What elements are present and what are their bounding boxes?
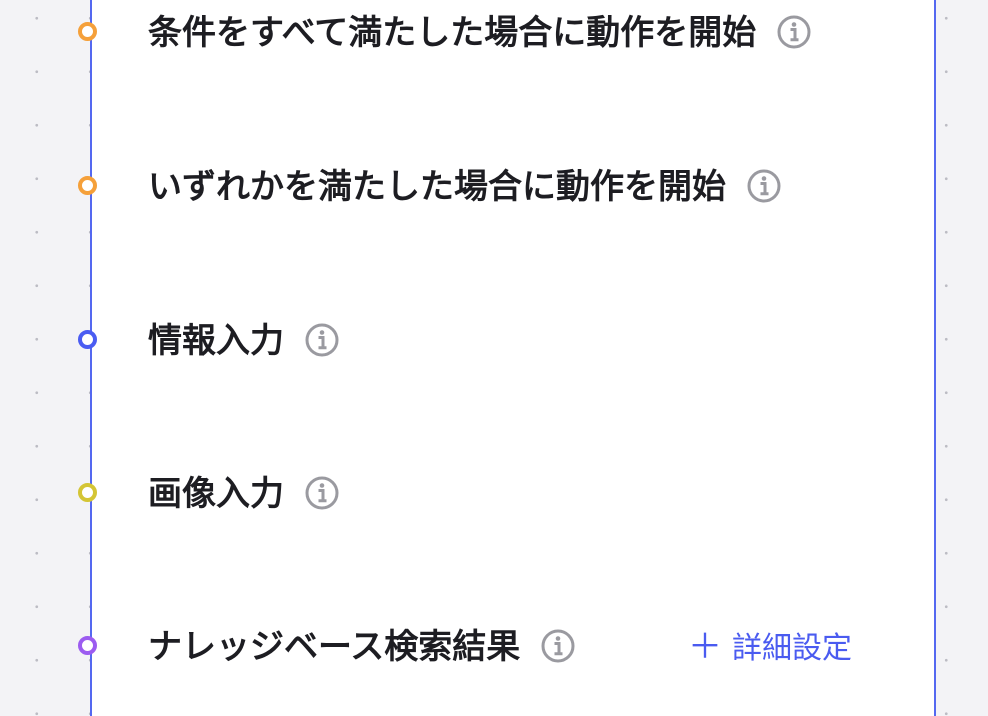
info-circle-icon[interactable] [540, 628, 576, 664]
node-label: 情報入力 [148, 321, 284, 361]
node-status-dot [78, 330, 97, 349]
node-status-dot [78, 176, 97, 195]
info-circle-icon[interactable] [304, 475, 340, 511]
node-row-image-input[interactable]: 画像入力 [78, 466, 938, 526]
node-label: いずれかを満たした場合に動作を開始 [148, 167, 726, 207]
node-label: ナレッジベース検索結果 [148, 627, 521, 667]
node-row-any-condition[interactable]: いずれかを満たした場合に動作を開始 [78, 159, 938, 219]
info-circle-icon[interactable] [746, 168, 782, 204]
plus-icon: ＋ [688, 627, 722, 667]
node-status-dot [78, 483, 97, 502]
node-status-dot [78, 22, 97, 41]
node-row-all-conditions[interactable]: 条件をすべて満たした場合に動作を開始 [78, 5, 938, 65]
node-label: 画像入力 [148, 474, 284, 514]
info-circle-icon[interactable] [776, 14, 812, 50]
detail-settings-label: 詳細設定 [732, 631, 852, 666]
node-list-panel: 条件をすべて満たした場合に動作を開始 いずれかを満たした場合に動作を開始 情報入… [78, 0, 938, 716]
node-row-knowledge-base[interactable]: ナレッジベース検索結果 ＋ 詳細設定 [78, 619, 938, 679]
node-label: 条件をすべて満たした場合に動作を開始 [148, 13, 757, 53]
node-status-dot [78, 636, 97, 655]
detail-settings-link[interactable]: ＋ 詳細設定 [688, 627, 852, 669]
info-circle-icon[interactable] [304, 322, 340, 358]
node-row-info-input[interactable]: 情報入力 [78, 313, 938, 373]
